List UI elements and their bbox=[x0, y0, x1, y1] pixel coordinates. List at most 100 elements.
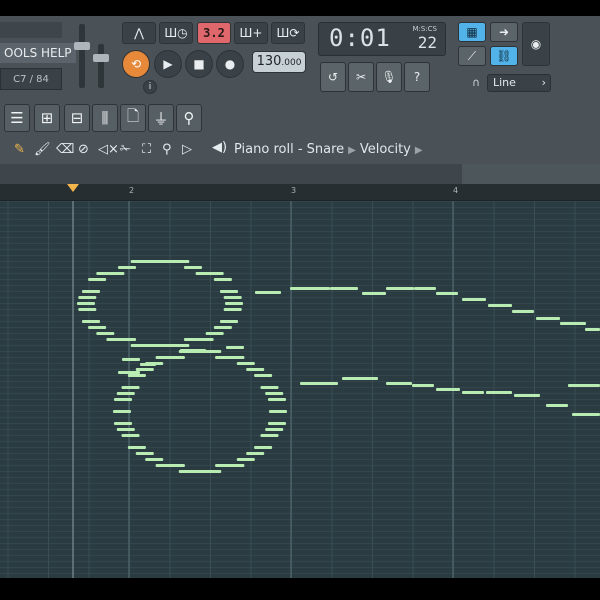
note[interactable] bbox=[220, 320, 238, 323]
note[interactable] bbox=[215, 464, 234, 467]
note[interactable] bbox=[514, 394, 540, 397]
note[interactable] bbox=[213, 278, 232, 281]
pattern-counter[interactable]: 3.2 bbox=[197, 22, 231, 44]
playhead-marker[interactable] bbox=[67, 184, 79, 192]
note[interactable] bbox=[268, 422, 286, 425]
note[interactable] bbox=[265, 428, 284, 431]
note[interactable] bbox=[135, 452, 154, 455]
note[interactable] bbox=[121, 386, 140, 389]
note[interactable] bbox=[113, 410, 131, 413]
note[interactable] bbox=[486, 391, 512, 394]
channel-rack-button[interactable]: ⊟ bbox=[64, 104, 90, 132]
master-pitch-fader[interactable] bbox=[93, 44, 109, 88]
tempo-tapper-button[interactable]: ⚲ bbox=[176, 104, 202, 132]
note[interactable] bbox=[106, 338, 125, 341]
note[interactable] bbox=[436, 292, 458, 295]
note[interactable] bbox=[205, 332, 224, 335]
breadcrumb-velocity[interactable]: Velocity bbox=[360, 142, 411, 157]
note[interactable] bbox=[254, 374, 273, 377]
note[interactable] bbox=[118, 371, 140, 374]
playback-icon[interactable]: ▷ bbox=[182, 142, 192, 157]
play-button[interactable]: ▶ bbox=[154, 50, 182, 78]
note[interactable] bbox=[82, 320, 100, 323]
note[interactable] bbox=[178, 470, 197, 473]
note[interactable] bbox=[560, 322, 586, 325]
tempo-display[interactable]: 130.000 bbox=[252, 51, 306, 73]
slide-button[interactable]: ⟋ bbox=[458, 46, 486, 66]
snap-link-button[interactable]: ⛓ bbox=[490, 46, 518, 66]
note-grid[interactable] bbox=[0, 201, 600, 578]
time-ruler[interactable] bbox=[0, 184, 600, 201]
note[interactable] bbox=[130, 344, 149, 347]
pattern-song-toggle[interactable]: ⟲ bbox=[122, 50, 150, 78]
master-knob[interactable]: ◉ bbox=[522, 22, 550, 66]
song-time-display[interactable]: 0:01 M:S:CS 22 bbox=[318, 22, 446, 56]
note[interactable] bbox=[205, 272, 224, 275]
note[interactable] bbox=[220, 290, 238, 293]
note[interactable] bbox=[116, 392, 135, 395]
note[interactable] bbox=[223, 296, 242, 299]
note[interactable] bbox=[342, 377, 378, 380]
slip-icon[interactable]: ◁× bbox=[98, 142, 119, 157]
note[interactable] bbox=[236, 458, 255, 461]
breadcrumb-piano-roll[interactable]: Piano roll - Snare bbox=[234, 142, 344, 157]
note[interactable] bbox=[546, 404, 568, 407]
note[interactable] bbox=[166, 356, 185, 359]
note[interactable] bbox=[414, 287, 436, 290]
note[interactable] bbox=[386, 382, 412, 385]
note[interactable] bbox=[77, 302, 95, 305]
brush-icon[interactable]: 🖌 bbox=[34, 142, 51, 157]
note[interactable] bbox=[572, 413, 600, 416]
note[interactable] bbox=[268, 398, 286, 401]
main-menu[interactable]: OOLS HELP bbox=[0, 43, 76, 63]
note[interactable] bbox=[88, 326, 107, 329]
select-icon[interactable]: ⛶ bbox=[142, 142, 151, 157]
note[interactable] bbox=[114, 422, 132, 425]
note[interactable] bbox=[536, 317, 560, 320]
note[interactable] bbox=[122, 358, 140, 361]
note[interactable] bbox=[568, 384, 600, 387]
note[interactable] bbox=[223, 308, 242, 311]
note[interactable] bbox=[88, 278, 107, 281]
note[interactable] bbox=[236, 362, 255, 365]
note[interactable] bbox=[180, 349, 206, 352]
note[interactable] bbox=[462, 298, 486, 301]
note[interactable] bbox=[330, 287, 358, 290]
note[interactable] bbox=[488, 304, 512, 307]
stop-button[interactable]: ■ bbox=[185, 50, 213, 78]
note[interactable] bbox=[78, 296, 97, 299]
note[interactable] bbox=[106, 272, 125, 275]
note[interactable] bbox=[127, 446, 146, 449]
note[interactable] bbox=[260, 386, 279, 389]
browser-button[interactable]: 🗋 bbox=[120, 104, 146, 132]
note[interactable] bbox=[362, 292, 386, 295]
zoom-icon[interactable]: ⚲ bbox=[162, 142, 172, 157]
note[interactable] bbox=[114, 398, 132, 401]
note[interactable] bbox=[290, 287, 330, 290]
note[interactable] bbox=[436, 388, 460, 391]
note[interactable] bbox=[269, 410, 287, 413]
note[interactable] bbox=[246, 368, 265, 371]
note[interactable] bbox=[135, 368, 154, 371]
note[interactable] bbox=[585, 328, 600, 331]
piano-roll-button[interactable]: ⊞ bbox=[34, 104, 60, 132]
wait-input-button[interactable]: Ш◷ bbox=[159, 22, 193, 44]
help-button[interactable]: ? bbox=[404, 62, 430, 92]
note[interactable] bbox=[96, 332, 115, 335]
note[interactable] bbox=[225, 302, 243, 305]
note[interactable] bbox=[116, 428, 135, 431]
slice-icon[interactable]: ✁ bbox=[120, 142, 131, 157]
note[interactable] bbox=[300, 382, 338, 385]
info-button[interactable]: i bbox=[143, 80, 157, 94]
snap-select[interactable]: Line › bbox=[487, 74, 551, 92]
note[interactable] bbox=[213, 326, 232, 329]
note[interactable] bbox=[265, 392, 284, 395]
note[interactable] bbox=[512, 310, 534, 313]
plugin-button[interactable]: ⏚ bbox=[148, 104, 174, 132]
event-strip-scroll[interactable] bbox=[462, 164, 600, 184]
note[interactable] bbox=[462, 391, 484, 394]
note[interactable] bbox=[171, 260, 190, 263]
note[interactable] bbox=[255, 291, 281, 294]
note[interactable] bbox=[118, 266, 136, 269]
note[interactable] bbox=[386, 287, 414, 290]
